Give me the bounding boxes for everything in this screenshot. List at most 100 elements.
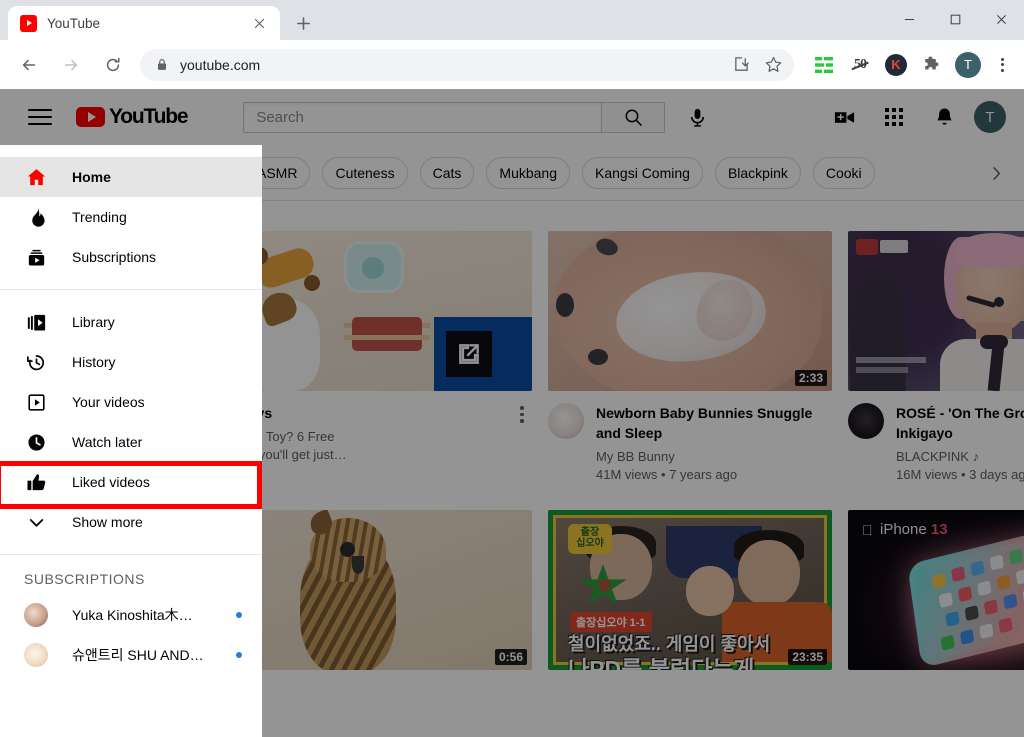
sidebar-subscription-shu[interactable]: 슈앤트리 SHU AND…	[0, 635, 262, 675]
thumbnail-korean-variety[interactable]: 뺑 출장 십오야 출장십오야 1-1 철이없었죠.. 게임이 좋아서 나PD를 불…	[548, 510, 832, 670]
sidebar-item-show-more[interactable]: Show more	[0, 502, 262, 542]
thumbnail-rose-sbs[interactable]: SBS 2:52	[848, 231, 1024, 391]
create-video-icon[interactable]	[824, 97, 864, 137]
green-grid-extension-icon[interactable]	[809, 50, 839, 80]
chrome-profile-avatar[interactable]: T	[953, 50, 983, 80]
title-bar: YouTube	[0, 0, 1024, 40]
thumbnail-owl[interactable]: 0:56	[248, 510, 532, 670]
url-text: youtube.com	[180, 56, 261, 73]
back-arrow-icon[interactable]	[13, 49, 45, 81]
new-content-dot	[236, 612, 242, 618]
thumbnail-baby-bunny[interactable]: 2:33	[548, 231, 832, 391]
thumbnail-iphone-13[interactable]:  iPhone 13 3:01	[848, 510, 1024, 670]
video-title[interactable]: ROSÉ - 'On The Ground' 0314 SBS Inkigayo	[896, 403, 1024, 443]
video-card-korean-variety[interactable]: 뺑 출장 십오야 출장십오야 1-1 철이없었죠.. 게임이 좋아서 나PD를 불…	[548, 510, 832, 670]
chip-cooking[interactable]: Cooki	[812, 156, 875, 189]
address-bar[interactable]: youtube.com	[140, 48, 794, 81]
trending-flame-icon	[24, 205, 48, 229]
subscriptions-header: SUBSCRIPTIONS	[24, 571, 145, 587]
video-texts: Newborn Baby Bunnies Snuggle and Sleep M…	[596, 403, 832, 484]
ad-desc-line2: d you'll get just…	[248, 447, 347, 462]
tab-strip: YouTube	[8, 5, 318, 40]
video-card-rose[interactable]: SBS 2:52 ROSÉ - 'On The Ground' 0314 SBS…	[848, 231, 1024, 484]
subscriptions-icon	[24, 245, 48, 269]
sidebar-subscription-yuka[interactable]: Yuka Kinoshita木…	[0, 595, 262, 635]
notifications-bell-icon[interactable]	[924, 97, 964, 137]
browser-toolbar: youtube.com 50 K T	[0, 40, 1024, 89]
browser-window: YouTube youtube.com 50 K T YouTube Searc…	[0, 0, 1024, 737]
fifty-strikethrough-extension-icon[interactable]: 50	[845, 50, 875, 80]
youtube-logo[interactable]: YouTube	[76, 105, 189, 129]
video-card-iphone[interactable]:  iPhone 13 3:01	[848, 510, 1024, 670]
star-icon[interactable]	[758, 50, 788, 80]
minimize-button[interactable]	[886, 0, 932, 38]
thumbnail-dog-toys-ad[interactable]	[248, 231, 532, 391]
channel-name[interactable]: My BB Bunny	[596, 448, 832, 466]
search-area: Search	[243, 97, 717, 137]
sidebar-item-subscriptions[interactable]: Subscriptions	[0, 237, 262, 277]
subscription-label: Yuka Kinoshita木…	[72, 607, 193, 623]
apps-grid-icon[interactable]	[874, 97, 914, 137]
window-controls	[886, 0, 1024, 38]
new-tab-button[interactable]	[288, 8, 318, 38]
video-card-bunny[interactable]: 2:33 Newborn Baby Bunnies Snuggle and Sl…	[548, 231, 832, 484]
video-title[interactable]: Newborn Baby Bunnies Snuggle and Sleep	[596, 403, 832, 443]
chip-cats[interactable]: Cats	[419, 156, 475, 189]
close-icon[interactable]	[248, 12, 270, 34]
sidebar-item-liked-videos[interactable]: Liked videos	[0, 462, 262, 502]
search-input[interactable]: Search	[243, 101, 602, 133]
youtube-header-actions: T	[824, 97, 1006, 137]
maximize-button[interactable]	[932, 0, 978, 38]
chip-mukbang[interactable]: Mukbang	[486, 156, 570, 189]
browser-tab[interactable]: YouTube	[8, 6, 280, 40]
sidebar-label-library: Library	[72, 314, 115, 330]
sidebar-item-trending[interactable]: Trending	[0, 197, 262, 237]
channel-name[interactable]: BLACKPINK ♪	[896, 448, 1024, 466]
youtube-favicon-icon	[20, 14, 37, 32]
account-avatar[interactable]: T	[974, 101, 1006, 133]
chevron-right-icon[interactable]	[980, 157, 1012, 189]
sidebar-item-library[interactable]: Library	[0, 302, 262, 342]
video-texts: oys ee Toy? 6 Free d you'll get just…	[248, 403, 512, 464]
chrome-menu-icon[interactable]	[988, 50, 1016, 80]
hamburger-menu-icon[interactable]	[20, 97, 60, 137]
omnibox-actions	[726, 50, 790, 80]
thumbs-up-icon	[24, 470, 48, 494]
video-meta: Newborn Baby Bunnies Snuggle and Sleep M…	[548, 403, 832, 484]
k-extension-icon[interactable]: K	[881, 50, 911, 80]
channel-avatar[interactable]	[848, 403, 884, 439]
download-icon[interactable]	[726, 50, 756, 80]
chip-blackpink[interactable]: Blackpink	[714, 156, 801, 189]
video-card-owl[interactable]: 0:56	[248, 510, 532, 670]
extension-icons: 50 K T	[806, 50, 1016, 80]
reload-icon[interactable]	[97, 49, 129, 81]
more-options-icon[interactable]	[512, 403, 532, 464]
sidebar-label-history: History	[72, 354, 116, 370]
video-texts: ROSÉ - 'On The Ground' 0314 SBS Inkigayo…	[896, 403, 1024, 484]
chip-cuteness[interactable]: Cuteness	[322, 156, 408, 189]
lock-icon	[154, 57, 169, 72]
sidebar-item-history[interactable]: History	[0, 342, 262, 382]
sidebar-label-trending: Trending	[72, 209, 127, 225]
fifty-label: 50	[854, 56, 867, 72]
chip-kangsi-coming[interactable]: Kangsi Coming	[582, 156, 703, 189]
iphone-version: 13	[930, 521, 948, 538]
close-window-button[interactable]	[978, 0, 1024, 38]
search-button[interactable]	[601, 101, 666, 133]
forward-arrow-icon[interactable]	[55, 49, 87, 81]
channel-avatar[interactable]	[548, 403, 584, 439]
sidebar-item-home[interactable]: Home	[0, 157, 262, 197]
channel-avatar	[24, 603, 48, 627]
mic-icon[interactable]	[677, 97, 717, 137]
video-card-ad[interactable]: oys ee Toy? 6 Free d you'll get just…	[248, 231, 532, 484]
watch-later-clock-icon	[24, 430, 48, 454]
your-videos-icon	[24, 390, 48, 414]
sidebar-label-home: Home	[72, 169, 111, 185]
sidebar-label-your-videos: Your videos	[72, 394, 145, 410]
puzzle-icon[interactable]	[917, 50, 947, 80]
sidebar-item-watch-later[interactable]: Watch later	[0, 422, 262, 462]
sidebar-section-library: Library History Your videos Watch later …	[0, 290, 262, 554]
video-title[interactable]: oys	[248, 403, 512, 423]
video-duration: 2:33	[794, 370, 827, 386]
sidebar-item-your-videos[interactable]: Your videos	[0, 382, 262, 422]
